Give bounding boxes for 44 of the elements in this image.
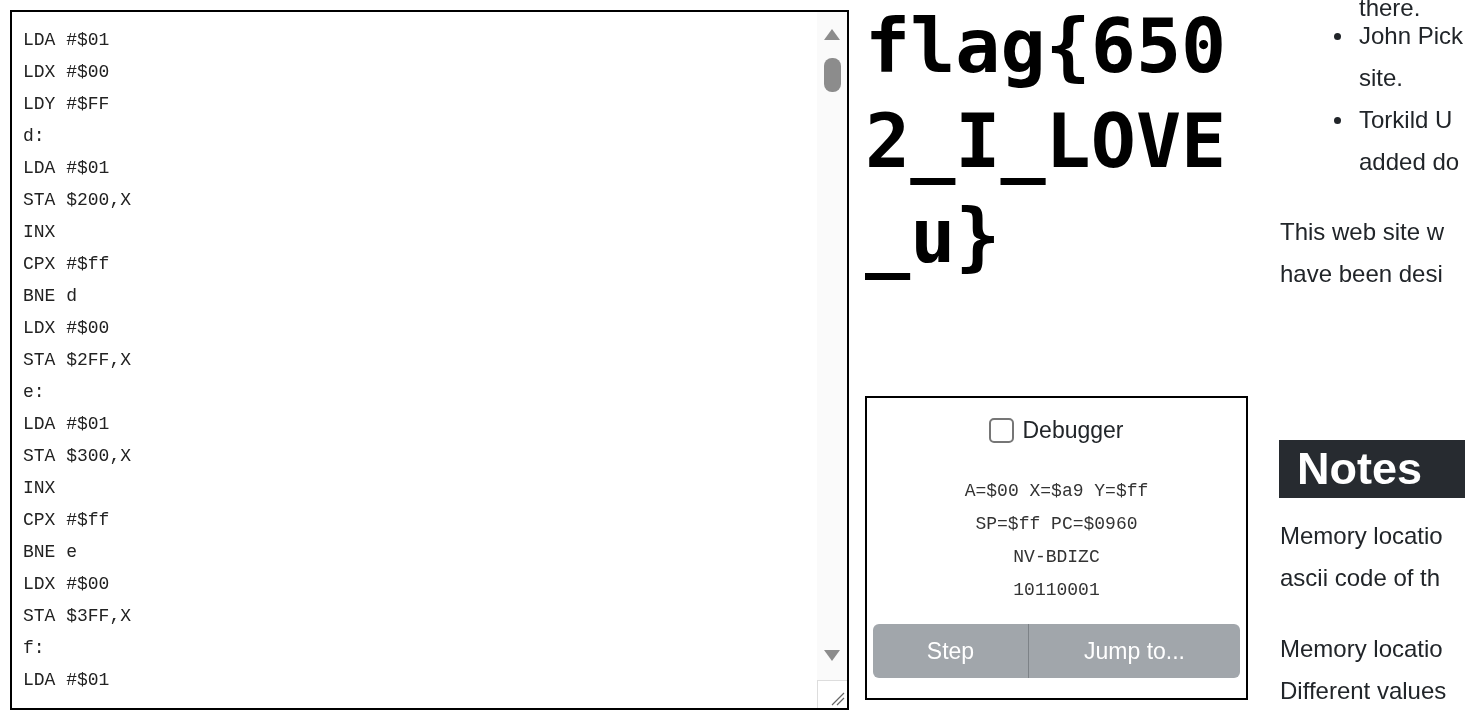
checkbox-label[interactable]: Debugger bbox=[1022, 415, 1124, 445]
code-line: INX bbox=[23, 221, 56, 244]
code-line: CPX #$ff bbox=[23, 253, 110, 276]
list-item-text: Torkild U added do bbox=[1359, 105, 1460, 177]
up-arrow-icon[interactable] bbox=[824, 29, 840, 40]
section-heading: Notes bbox=[1279, 440, 1465, 498]
register-line: NV-BDIZC bbox=[1013, 546, 1100, 569]
screen-text: 2_I_LOVE bbox=[865, 96, 1227, 187]
code-line: LDA #$01 bbox=[23, 669, 110, 692]
scrollbar[interactable] bbox=[817, 12, 847, 680]
list-item-text: John Pick site. bbox=[1359, 21, 1464, 93]
debugger-checkbox[interactable] bbox=[989, 417, 1015, 443]
code-line: INX bbox=[23, 477, 56, 500]
code-line: CPX #$ff bbox=[23, 509, 110, 532]
code-line: LDX #$00 bbox=[23, 573, 110, 596]
code-line: LDY #$FF bbox=[23, 93, 110, 116]
paragraph-text: Memory locatio ascii code of th bbox=[1279, 521, 1443, 593]
code-line: f: bbox=[23, 637, 45, 660]
code-line: LDX #$00 bbox=[23, 317, 110, 340]
down-arrow-icon[interactable] bbox=[824, 650, 840, 661]
code-line: BNE e bbox=[23, 541, 77, 564]
code-editor[interactable]: LDA #$01 LDX #$00 LDY #$FF d: LDA #$01 STA $200,X INX CPX #$ff BNE d LDX #$00 STA $2FF,X e: LDA #$01 STA $300,X INX CPX #$ff BNE e LDX #$00 STA $3FF,X f: LDA #$01 bbox=[10, 10, 849, 710]
scroll-thumb[interactable] bbox=[823, 58, 841, 92]
code-line: e: bbox=[23, 381, 45, 404]
code-line: LDX #$00 bbox=[23, 61, 110, 84]
resize-grip-icon[interactable] bbox=[831, 692, 845, 706]
paragraph-text: Memory locatio Different values bbox=[1279, 634, 1447, 706]
code-line: LDA #$01 bbox=[23, 413, 110, 436]
screen-text: _u} bbox=[865, 191, 1001, 282]
register-line: SP=$ff PC=$0960 bbox=[975, 513, 1138, 536]
bullet-icon bbox=[1334, 32, 1341, 40]
bullet-icon bbox=[1334, 116, 1341, 124]
code-line: d: bbox=[23, 125, 45, 148]
register-line: 10110001 bbox=[1013, 579, 1100, 602]
code-line: STA $300,X bbox=[23, 445, 132, 468]
code-line: LDA #$01 bbox=[23, 29, 110, 52]
screen-text: flag{650 bbox=[865, 1, 1227, 92]
code-line: BNE d bbox=[23, 285, 77, 308]
code-line: STA $200,X bbox=[23, 189, 132, 212]
code-line: STA $2FF,X bbox=[23, 349, 132, 372]
code-line: LDA #$01 bbox=[23, 157, 110, 180]
code-line: STA $3FF,X bbox=[23, 605, 132, 628]
register-line: A=$00 X=$a9 Y=$ff bbox=[964, 480, 1149, 503]
paragraph-text: This web site w have been desi bbox=[1279, 217, 1445, 289]
